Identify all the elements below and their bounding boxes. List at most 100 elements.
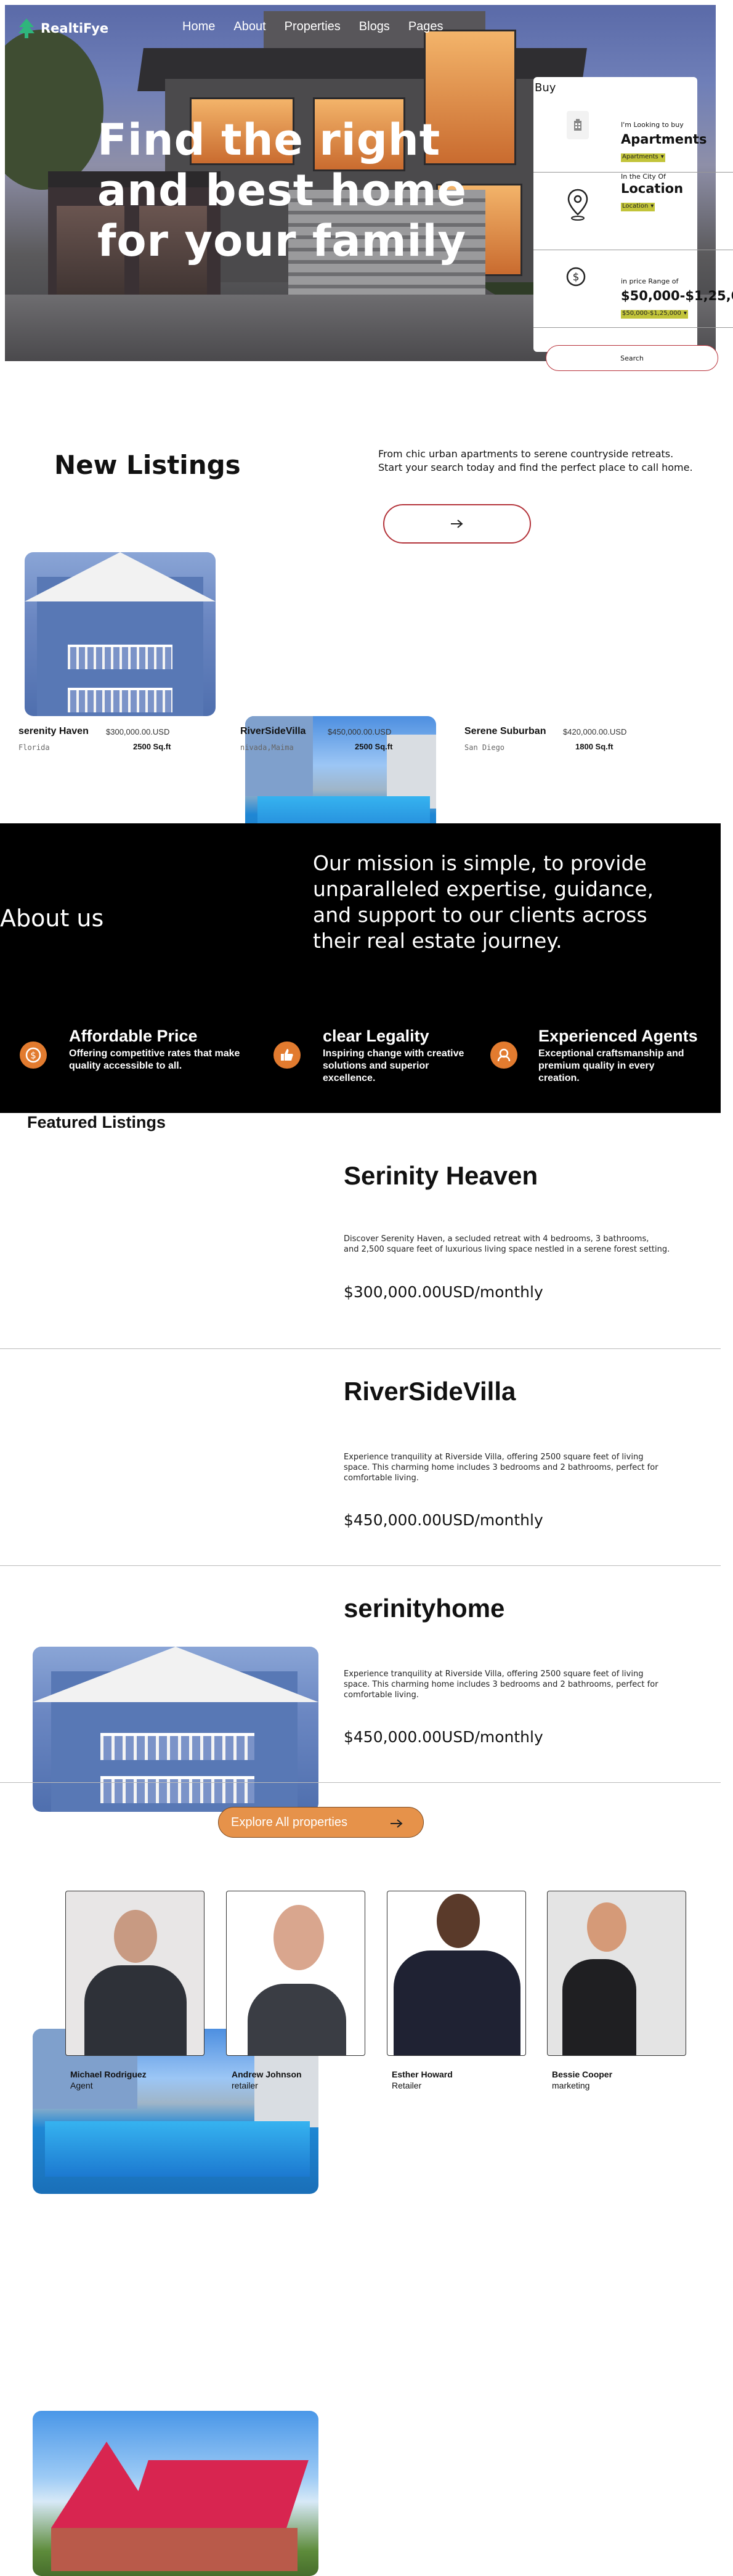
svg-text:$: $ [573, 271, 580, 283]
nav-about[interactable]: About [233, 20, 265, 34]
red-roof [126, 2460, 309, 2528]
price-suffix: /monthly [474, 1283, 543, 1301]
feature-description: Exceptional craftsmanship and premium qu… [538, 1048, 684, 1085]
agent-photo[interactable] [226, 1891, 365, 2056]
listing-name[interactable]: serenity Haven [18, 726, 89, 737]
hero-title-line: for your family [97, 216, 467, 266]
city-select[interactable]: Location ▾ [621, 198, 655, 211]
balcony [68, 688, 172, 712]
mission-line: unparalleled expertise, guidance, [313, 877, 654, 901]
description-line: space. This charming home includes 3 bed… [344, 1680, 658, 1689]
nav-home[interactable]: Home [182, 20, 215, 34]
description-line: Experience tranquility at Riverside Vill… [344, 1453, 644, 1462]
featured-name[interactable]: RiverSideVilla [344, 1377, 516, 1406]
type-select[interactable]: Apartments ▾ [621, 149, 665, 162]
logo[interactable]: RealtiFye [17, 17, 108, 39]
featured-image[interactable] [33, 2411, 318, 2576]
chevron-down-icon: ▾ [682, 310, 688, 319]
agent-photo[interactable] [65, 1891, 205, 2056]
building [254, 2047, 318, 2127]
mission-line: their real estate journey. [313, 929, 562, 953]
featured-name[interactable]: Serinity Heaven [344, 1161, 538, 1191]
listing-location: Florida [18, 743, 50, 752]
featured-price: $450,000.00USD/monthly [344, 1728, 543, 1746]
listing-size: 2500 Sq.ft [133, 742, 171, 751]
description-line: Start your search today and find the per… [378, 462, 693, 473]
description-line: and 2,500 square feet of luxurious livin… [344, 1245, 670, 1254]
agent-suit [248, 1984, 346, 2055]
agent-icon [490, 1041, 517, 1069]
chevron-down-icon: ▾ [649, 203, 655, 211]
description-line: Experience tranquility at Riverside Vill… [344, 1669, 644, 1679]
price-select[interactable]: $50,000-$1,25,000 ▾ [621, 306, 688, 319]
mission-line: Our mission is simple, to provide [313, 851, 647, 875]
new-listings-title: New Listings [54, 450, 241, 480]
feature-title: clear Legality [323, 1027, 429, 1045]
search-button[interactable]: Search [546, 345, 718, 371]
looking-label: I'm Looking to buy [621, 121, 684, 129]
description-line: comfortable living. [344, 1473, 419, 1483]
price-select-value: $50,000-$1,25,000 [621, 310, 682, 319]
city-select-value: Location [621, 203, 650, 211]
listing-price: $420,000.00.USD [563, 727, 627, 736]
agent-name: Bessie Cooper [552, 2069, 613, 2079]
agent-face [273, 1905, 324, 1970]
building-icon [567, 111, 589, 139]
location-pin-icon [565, 187, 590, 224]
listing-name[interactable]: RiverSideVilla [240, 726, 306, 737]
tab-buy[interactable]: Buy [535, 81, 556, 94]
listing-price: $450,000.00.USD [328, 727, 392, 736]
hero-title-line: and best home [97, 165, 467, 216]
type-select-value: Apartments [621, 153, 660, 162]
feature-line: premium quality in every [538, 1061, 655, 1071]
feature-line: Inspiring change with creative [323, 1048, 464, 1059]
featured-price: $450,000.00USD/monthly [344, 1511, 543, 1529]
price-amount: $300,000.00USD [344, 1283, 475, 1301]
listing-name[interactable]: Serene Suburban [464, 726, 546, 737]
thumbs-up-icon [273, 1041, 301, 1069]
price-value: $50,000-$1,25,000 [621, 288, 733, 303]
listing-image[interactable] [25, 552, 216, 716]
nav-pages[interactable]: Pages [408, 20, 443, 34]
search-row-price: $ in price Range of $50,000-$1,25,000 $5… [533, 250, 733, 328]
featured-description: Experience tranquility at Riverside Vill… [344, 1669, 676, 1700]
new-listings-button[interactable] [383, 504, 531, 544]
about-mission: Our mission is simple, to provide unpara… [313, 850, 695, 954]
description-line: From chic urban apartments to serene cou… [378, 448, 674, 460]
description-line: comfortable living. [344, 1690, 419, 1700]
feature-title: Experienced Agents [538, 1027, 698, 1045]
agent-photo[interactable] [387, 1891, 526, 2056]
house-gable [33, 1647, 318, 1702]
pool [45, 2121, 310, 2177]
feature-description: Inspiring change with creative solutions… [323, 1048, 464, 1085]
price-label: in price Range of [621, 277, 679, 285]
feature-line: excellence. [323, 1073, 376, 1083]
nav-properties[interactable]: Properties [285, 20, 341, 34]
feature-line: Offering competitive rates that make [69, 1048, 240, 1059]
featured-name[interactable]: serinityhome [344, 1594, 504, 1623]
divider [0, 1782, 721, 1783]
divider [0, 1565, 721, 1566]
agent-suit [394, 1950, 520, 2055]
featured-image[interactable] [33, 1647, 318, 1812]
dollar-coin-icon: $ [565, 266, 586, 290]
explore-button-label: Explore All properties [231, 1815, 347, 1829]
looking-value: Apartments [621, 132, 707, 147]
house-gable [25, 552, 216, 601]
balcony [100, 1733, 254, 1760]
feature-line: creation. [538, 1073, 580, 1083]
agent-face [114, 1910, 157, 1963]
feature-line: quality accessible to all. [69, 1061, 182, 1071]
chevron-down-icon: ▾ [659, 153, 665, 162]
feature-title: Affordable Price [69, 1027, 198, 1045]
nav-blogs[interactable]: Blogs [359, 20, 390, 34]
agent-photo[interactable] [547, 1891, 686, 2056]
city-label: In the City Of [621, 173, 666, 181]
listing-location: nivada,Maima [240, 743, 294, 752]
explore-properties-button[interactable]: Explore All properties [218, 1807, 424, 1838]
search-row-city: In the City Of Location Location ▾ [533, 173, 733, 250]
featured-description: Experience tranquility at Riverside Vill… [344, 1452, 676, 1483]
tree-logo-icon [18, 18, 34, 38]
about-title: About us [0, 905, 104, 932]
arrow-right-icon [391, 1819, 403, 1828]
